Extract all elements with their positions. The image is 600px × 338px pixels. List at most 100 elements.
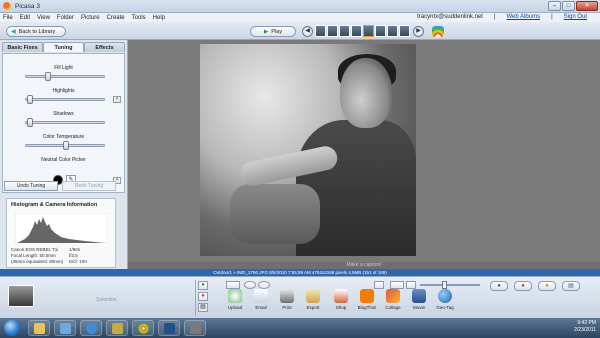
menu-file[interactable]: File	[3, 15, 13, 21]
filmstrip-thumbnail[interactable]	[387, 25, 398, 37]
filmstrip-thumbnail[interactable]	[399, 25, 410, 37]
export-button[interactable]: Export	[302, 289, 324, 310]
clock-date: 2/23/2011	[574, 327, 596, 333]
view-mode-icon[interactable]	[374, 281, 384, 289]
geotag-button[interactable]: Geo-Tag	[434, 289, 456, 310]
histogram-panel: Histogram & Camera Information Canon EOS…	[6, 198, 116, 268]
tuning-panel: Fill Light Highlights ✦ Shadows Color Te…	[2, 53, 125, 193]
shadows-slider[interactable]	[25, 118, 105, 127]
shadows-label: Shadows	[53, 111, 74, 117]
blogger-icon	[360, 289, 374, 303]
photo-shape	[340, 58, 392, 128]
picnik-edit-icon[interactable]	[432, 26, 444, 37]
shop-button[interactable]: Shop	[330, 289, 352, 310]
filmstrip	[315, 25, 410, 37]
maximize-icon[interactable]: □	[562, 1, 575, 11]
web-albums-link[interactable]: Web Albums	[507, 14, 541, 20]
taskbar-paint[interactable]	[54, 320, 76, 336]
taskbar-picasa[interactable]	[132, 320, 154, 336]
sign-out-link[interactable]: Sign Out	[564, 14, 587, 20]
close-icon[interactable]: ✕	[576, 1, 598, 11]
menu-picture[interactable]: Picture	[81, 15, 100, 21]
tab-basic-fixes[interactable]: Basic Fixes	[2, 42, 43, 52]
selection-label: Selection	[96, 297, 117, 303]
previous-photo-icon[interactable]: ◀	[302, 26, 313, 37]
menu-create[interactable]: Create	[107, 15, 125, 21]
taskbar-photoshop-elements[interactable]	[158, 320, 180, 336]
zoom-slider[interactable]	[420, 284, 480, 286]
print-icon	[280, 289, 294, 303]
redo-tuning-button: Redo Tuning	[62, 181, 116, 191]
movie-button[interactable]: Movie	[408, 289, 430, 310]
print-button[interactable]: Print	[276, 289, 298, 310]
caption-bar[interactable]: Make a caption!	[128, 262, 600, 269]
filmstrip-thumbnail[interactable]	[327, 25, 338, 37]
star-icon[interactable]	[226, 281, 240, 289]
menu-help[interactable]: Help	[153, 15, 165, 21]
clear-icon[interactable]: ●	[198, 292, 208, 301]
picasa-logo-icon	[3, 2, 11, 10]
filmstrip-thumbnail[interactable]	[351, 25, 362, 37]
focal-length: Focal Length: 50.0mm f/3.5	[11, 253, 78, 258]
taskbar-explorer[interactable]	[28, 320, 50, 336]
upload-button[interactable]: Upload	[224, 289, 246, 310]
tab-tuning[interactable]: Tuning	[43, 42, 84, 52]
start-icon[interactable]	[4, 320, 20, 336]
color-temperature-slider[interactable]	[25, 141, 105, 150]
color-temperature-slider-handle[interactable]	[63, 141, 69, 150]
neutral-color-picker-label: Neutral Color Picker	[41, 157, 86, 163]
taskbar-ie[interactable]	[80, 320, 102, 336]
menu-view[interactable]: View	[37, 15, 50, 21]
rotate-left-icon[interactable]	[244, 281, 256, 289]
tab-effects[interactable]: Effects	[84, 42, 125, 52]
collage-button[interactable]: Collage	[382, 289, 404, 310]
people-icon[interactable]: ●	[490, 281, 508, 291]
menu-folder[interactable]: Folder	[57, 15, 74, 21]
export-folder-icon	[306, 289, 320, 303]
rotate-right-icon[interactable]	[258, 281, 270, 289]
account-links: tracyntx@suddenlink.net | Web Albums | S…	[417, 14, 587, 20]
filmstrip-thumbnail[interactable]	[315, 25, 326, 37]
edit-tabs: Basic Fixes Tuning Effects	[0, 40, 127, 52]
selected-photo-thumbnail[interactable]	[8, 285, 34, 307]
add-to-album-icon[interactable]: ▤	[198, 303, 208, 312]
filmstrip-thumbnail[interactable]	[375, 25, 386, 37]
play-label: Play	[271, 28, 282, 35]
highlights-slider-handle[interactable]	[27, 95, 34, 104]
menu-tools[interactable]: Tools	[132, 15, 146, 21]
email-button[interactable]: Email	[250, 289, 272, 310]
back-to-library-label: Back to Library	[18, 28, 56, 35]
shop-icon	[334, 289, 348, 303]
minimize-icon[interactable]: –	[548, 1, 561, 11]
taskbar-folder[interactable]	[106, 320, 128, 336]
shadows-slider-handle[interactable]	[27, 118, 34, 127]
back-to-library-button[interactable]: ◀ Back to Library	[6, 26, 66, 37]
title-bar: Picasa 3 – □ ✕	[0, 0, 600, 13]
collage-icon	[386, 289, 400, 303]
zoom-slider-handle[interactable]	[442, 281, 447, 289]
thumbnail-size-icon[interactable]	[406, 281, 416, 289]
undo-tuning-button[interactable]: Undo Tuning	[4, 181, 58, 191]
fill-light-slider[interactable]	[25, 72, 105, 81]
system-clock[interactable]: 9:42 PM 2/23/2011	[574, 320, 596, 334]
play-slideshow-button[interactable]: ▶ Play	[250, 26, 296, 37]
taskbar-app[interactable]	[184, 320, 206, 336]
window-title: Picasa 3	[15, 2, 40, 10]
filmstrip-thumbnail[interactable]	[339, 25, 350, 37]
fill-light-slider-handle[interactable]	[44, 72, 51, 81]
blogthis-button[interactable]: BlogThis!	[356, 289, 378, 310]
auto-contrast-icon[interactable]: ✦	[113, 96, 121, 103]
main-photo[interactable]	[200, 44, 416, 256]
caption-input[interactable]: Make a caption!	[128, 262, 600, 269]
tags-panel-icon[interactable]: ●	[538, 281, 556, 291]
filmstrip-thumbnail-selected[interactable]	[363, 25, 374, 37]
tags-icon[interactable]	[390, 281, 404, 289]
properties-icon[interactable]: ▤	[562, 281, 580, 291]
histogram-title: Histogram & Camera Information	[11, 202, 98, 208]
next-photo-icon[interactable]: ▶	[413, 26, 424, 37]
equivalent-focal-length: (35mm equivalent: 80mm) ISO: 100	[11, 259, 87, 264]
highlights-slider[interactable]	[25, 95, 105, 104]
menu-edit[interactable]: Edit	[20, 15, 30, 21]
hold-icon[interactable]: ●	[198, 281, 208, 290]
places-icon[interactable]: ●	[514, 281, 532, 291]
